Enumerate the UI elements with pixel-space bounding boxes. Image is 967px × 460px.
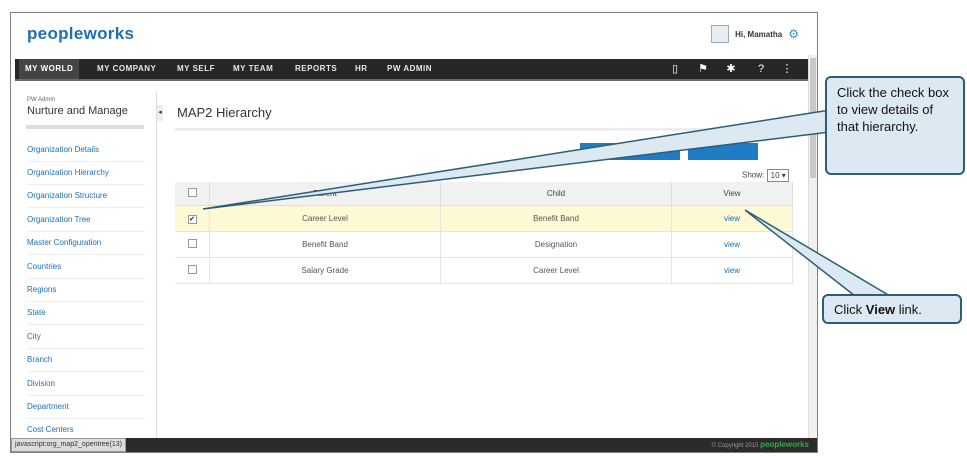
update-hierarchy-button[interactable]: ✎ UPDATE HIERARCHY: [580, 143, 680, 160]
view-callout: Click View link.: [822, 294, 962, 324]
flag-icon[interactable]: ⚑: [695, 61, 711, 77]
scrollbar-thumb[interactable]: [810, 58, 816, 178]
column-header-view[interactable]: View: [671, 182, 793, 206]
sidebar-item-state[interactable]: State: [27, 308, 145, 325]
sidebar-item-department[interactable]: Department: [27, 402, 145, 419]
page-title: MAP2 Hierarchy: [177, 105, 272, 120]
peopleworks-logo[interactable]: peopleworks: [27, 24, 134, 44]
title-divider: [175, 128, 805, 131]
nav-my-team[interactable]: MY TEAM: [227, 59, 279, 79]
sidebar-item-master-configuration[interactable]: Master Configuration: [27, 238, 145, 255]
sidebar-item-division[interactable]: Division: [27, 379, 145, 396]
view-link[interactable]: view: [724, 214, 740, 223]
footer-logo: peopleworks: [760, 440, 809, 449]
row-checkbox-cell: [175, 257, 210, 284]
page-size-control: Show: 10 ▾: [742, 169, 790, 182]
vertical-scrollbar[interactable]: [808, 55, 817, 438]
table-row[interactable]: Benefit Band Designation view: [175, 231, 793, 258]
top-header: peopleworks Hi, Mamatha ⚙: [11, 13, 817, 55]
sidebar-item-organization-structure[interactable]: Organization Structure: [27, 191, 145, 208]
nav-pw-admin[interactable]: PW ADMIN: [381, 59, 438, 79]
sidebar-title: Nurture and Manage: [27, 105, 128, 117]
parent-cell: Career Level: [209, 205, 441, 232]
column-header-child[interactable]: Child: [440, 182, 672, 206]
child-cell: Designation: [440, 231, 672, 258]
table-row[interactable]: ✔ Career Level Benefit Band view: [175, 205, 793, 232]
help-icon[interactable]: ?: [753, 61, 769, 77]
view-cell: view: [671, 257, 793, 284]
row-checkbox[interactable]: [187, 239, 197, 248]
checkbox-callout: Click the check box to view details of t…: [825, 76, 965, 175]
row-checkbox[interactable]: [187, 265, 197, 274]
sidebar: PW Admin Nurture and Manage Organization…: [18, 91, 157, 451]
column-header-parent[interactable]: Parent: [209, 182, 441, 206]
greeting-text: Hi, Mamatha: [735, 29, 783, 39]
view-cell: view: [671, 205, 793, 232]
user-menu[interactable]: Hi, Mamatha ⚙: [711, 25, 799, 43]
copyright: © Copyright 2015 peopleworks: [711, 440, 809, 449]
sidebar-section-label: PW Admin: [27, 97, 56, 103]
secondary-action-button[interactable]: [688, 143, 758, 160]
sidebar-collapse-toggle[interactable]: ◂: [157, 105, 163, 121]
select-all-checkbox[interactable]: [187, 188, 197, 197]
sidebar-item-organization-hierarchy[interactable]: Organization Hierarchy: [27, 168, 145, 185]
row-checkbox-cell: [175, 231, 210, 258]
book-icon[interactable]: ▯: [667, 61, 683, 77]
row-checkbox-cell: ✔: [175, 205, 210, 232]
sidebar-item-countries[interactable]: Countries: [27, 262, 145, 279]
nav-my-world[interactable]: MY WORLD: [19, 59, 80, 79]
sitemap-icon[interactable]: ⋮: [779, 61, 795, 77]
hierarchy-table: Parent Child View ✔ Career Level Benefit…: [175, 182, 793, 284]
sidebar-item-organization-details[interactable]: Organization Details: [27, 145, 145, 162]
view-link[interactable]: view: [724, 266, 740, 275]
sidebar-item-city[interactable]: City: [27, 332, 145, 349]
row-checkbox-checked[interactable]: ✔: [187, 214, 197, 224]
main-nav: MY WORLD MY COMPANY MY SELF MY TEAM REPO…: [15, 59, 813, 81]
sidebar-item-organization-tree[interactable]: Organization Tree: [27, 215, 145, 232]
nav-hr[interactable]: HR: [349, 59, 374, 79]
parent-cell: Salary Grade: [209, 257, 441, 284]
parent-cell: Benefit Band: [209, 231, 441, 258]
view-cell: view: [671, 231, 793, 258]
sidebar-divider: [26, 125, 144, 129]
main-content: MAP2 Hierarchy ✎ UPDATE HIERARCHY Show: 1…: [165, 91, 805, 451]
gear-icon[interactable]: ⚙: [788, 27, 799, 41]
child-cell: Career Level: [440, 257, 672, 284]
view-callout-bold: View: [865, 302, 896, 317]
nav-reports[interactable]: REPORTS: [289, 59, 343, 79]
tools-icon[interactable]: ✱: [723, 61, 739, 77]
status-url: javascript:org_map2_opentree(13): [11, 438, 127, 452]
footer-bar: javascript:org_map2_opentree(13) © Copyr…: [11, 438, 817, 452]
page-size-select[interactable]: 10 ▾: [767, 169, 790, 182]
show-label: Show:: [742, 170, 765, 180]
nav-my-company[interactable]: MY COMPANY: [91, 59, 162, 79]
select-all-header: [175, 182, 210, 206]
child-cell: Benefit Band: [440, 205, 672, 232]
table-header-row: Parent Child View: [175, 182, 793, 206]
table-row[interactable]: Salary Grade Career Level view: [175, 257, 793, 284]
sidebar-item-regions[interactable]: Regions: [27, 285, 145, 302]
sidebar-item-branch[interactable]: Branch: [27, 355, 145, 372]
avatar[interactable]: [711, 25, 730, 43]
view-link[interactable]: view: [724, 240, 740, 249]
app-window: peopleworks Hi, Mamatha ⚙ MY WORLD MY CO…: [10, 12, 818, 453]
nav-my-self[interactable]: MY SELF: [171, 59, 221, 79]
